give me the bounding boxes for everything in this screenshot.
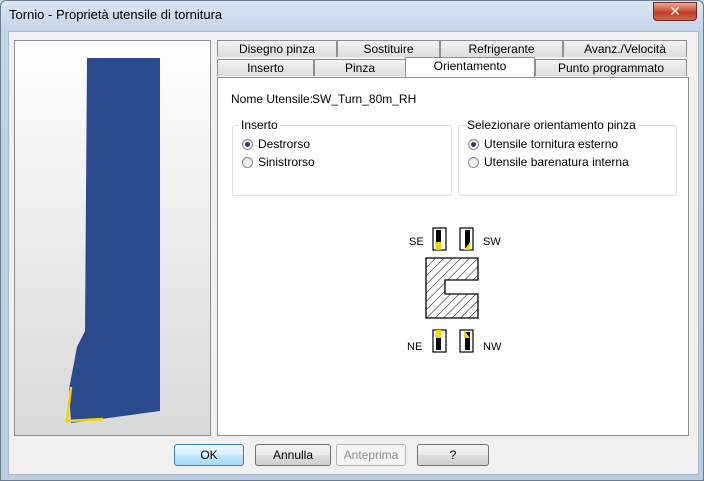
radio-tornitura-esterno-label: Utensile tornitura esterno (484, 137, 619, 151)
preview-button[interactable]: Anteprima (336, 444, 406, 466)
orientation-se-tool[interactable] (432, 227, 447, 251)
window-title: Tornio - Proprietà utensile di tornitura (9, 7, 223, 22)
tool-body-shape (69, 58, 160, 423)
tool-preview (14, 40, 211, 436)
radio-unchecked-icon[interactable] (468, 156, 479, 168)
holder-group: Selezionare orientamento pinza Utensile … (458, 118, 677, 196)
orientation-nw-tool[interactable] (459, 329, 474, 353)
holder-group-title: Selezionare orientamento pinza (465, 118, 638, 132)
orientation-sw-tool[interactable] (459, 227, 474, 251)
orientation-ne-tool[interactable] (432, 329, 447, 353)
orientation-diagram-graphic: SE SW NE NW (407, 227, 502, 353)
radio-barenatura-interna[interactable]: Utensile barenatura interna (468, 155, 629, 169)
insert-group: Inserto Destrorso Sinistrorso (232, 118, 452, 196)
radio-destrorso-label: Destrorso (258, 137, 311, 151)
radio-tornitura-esterno[interactable]: Utensile tornitura esterno (468, 137, 618, 151)
workpiece-shape (425, 257, 479, 319)
help-button[interactable]: ? (417, 444, 489, 466)
tab-disegno-pinza[interactable]: Disegno pinza (217, 40, 337, 57)
radio-checked-icon[interactable] (468, 138, 479, 150)
ok-button[interactable]: OK (174, 444, 244, 466)
close-icon: ✕ (669, 3, 681, 19)
label-nw: NW (483, 341, 502, 353)
dialog-window: Tornio - Proprietà utensile di tornitura… (0, 0, 704, 481)
tab-inserto[interactable]: Inserto (217, 59, 314, 76)
tab-refrigerante[interactable]: Refrigerante (440, 40, 563, 57)
tab-orientamento[interactable]: Orientamento (405, 57, 535, 77)
label-ne: NE (407, 341, 422, 353)
tab-punto-programmato[interactable]: Punto programmato (535, 59, 687, 76)
radio-sinistrorso-label: Sinistrorso (258, 155, 315, 169)
close-button[interactable]: ✕ (653, 2, 697, 21)
radio-sinistrorso[interactable]: Sinistrorso (242, 155, 315, 169)
radio-checked-icon[interactable] (242, 138, 253, 150)
tab-control: Disegno pinza Sostituire Refrigerante Av… (217, 40, 689, 436)
dialog-client: Disegno pinza Sostituire Refrigerante Av… (8, 31, 699, 475)
cancel-button[interactable]: Annulla (255, 444, 331, 466)
radio-unchecked-icon[interactable] (242, 156, 253, 168)
tab-sostituire[interactable]: Sostituire (337, 40, 440, 57)
orientamento-panel: Nome Utensile: SW_Turn_80m_RH Inserto De… (217, 77, 689, 436)
insert-group-title: Inserto (239, 118, 280, 132)
radio-destrorso[interactable]: Destrorso (242, 137, 310, 151)
tool-preview-graphic (65, 58, 160, 423)
radio-barenatura-interna-label: Utensile barenatura interna (484, 155, 629, 169)
tab-avanz-velocita[interactable]: Avanz./Velocità (563, 40, 687, 57)
label-sw: SW (483, 236, 501, 248)
tool-name-value: SW_Turn_80m_RH (312, 92, 417, 106)
tab-pinza[interactable]: Pinza (314, 59, 406, 76)
tool-name-label: Nome Utensile: (231, 92, 314, 106)
orientation-diagram: SE SW NE NW (388, 212, 518, 365)
label-se: SE (409, 236, 424, 248)
